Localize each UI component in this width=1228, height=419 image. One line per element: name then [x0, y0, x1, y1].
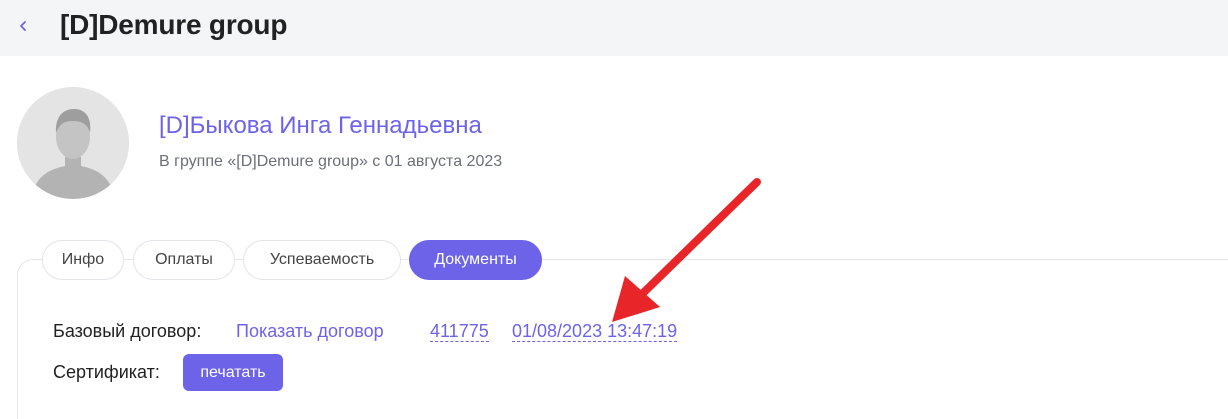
chevron-left-icon	[20, 21, 26, 31]
group-membership-text: В группе «[D]Demure group» с 01 августа …	[159, 153, 503, 170]
contract-number-link[interactable]: 411775	[430, 321, 489, 342]
tab-progress[interactable]: Успеваемость	[243, 240, 401, 280]
show-contract-link[interactable]: Показать договор	[236, 321, 384, 342]
avatar	[17, 87, 129, 199]
contract-label: Базовый договор:	[53, 321, 202, 341]
tab-documents[interactable]: Документы	[409, 240, 542, 280]
back-button[interactable]	[14, 14, 32, 38]
certificate-label: Сертификат:	[53, 362, 160, 382]
page-title: [D]Demure group	[60, 9, 288, 40]
tab-info[interactable]: Инфо	[42, 240, 124, 280]
contract-datetime-link[interactable]: 01/08/2023 13:47:19	[512, 321, 678, 342]
top-bar: [D]Demure group	[0, 0, 1228, 56]
tab-payments[interactable]: Оплаты	[133, 240, 235, 280]
print-certificate-button[interactable]: печатать	[183, 354, 283, 391]
user-name-link[interactable]: [D]Быкова Инга Геннадьевна	[159, 112, 482, 140]
user-avatar-placeholder	[17, 87, 129, 199]
